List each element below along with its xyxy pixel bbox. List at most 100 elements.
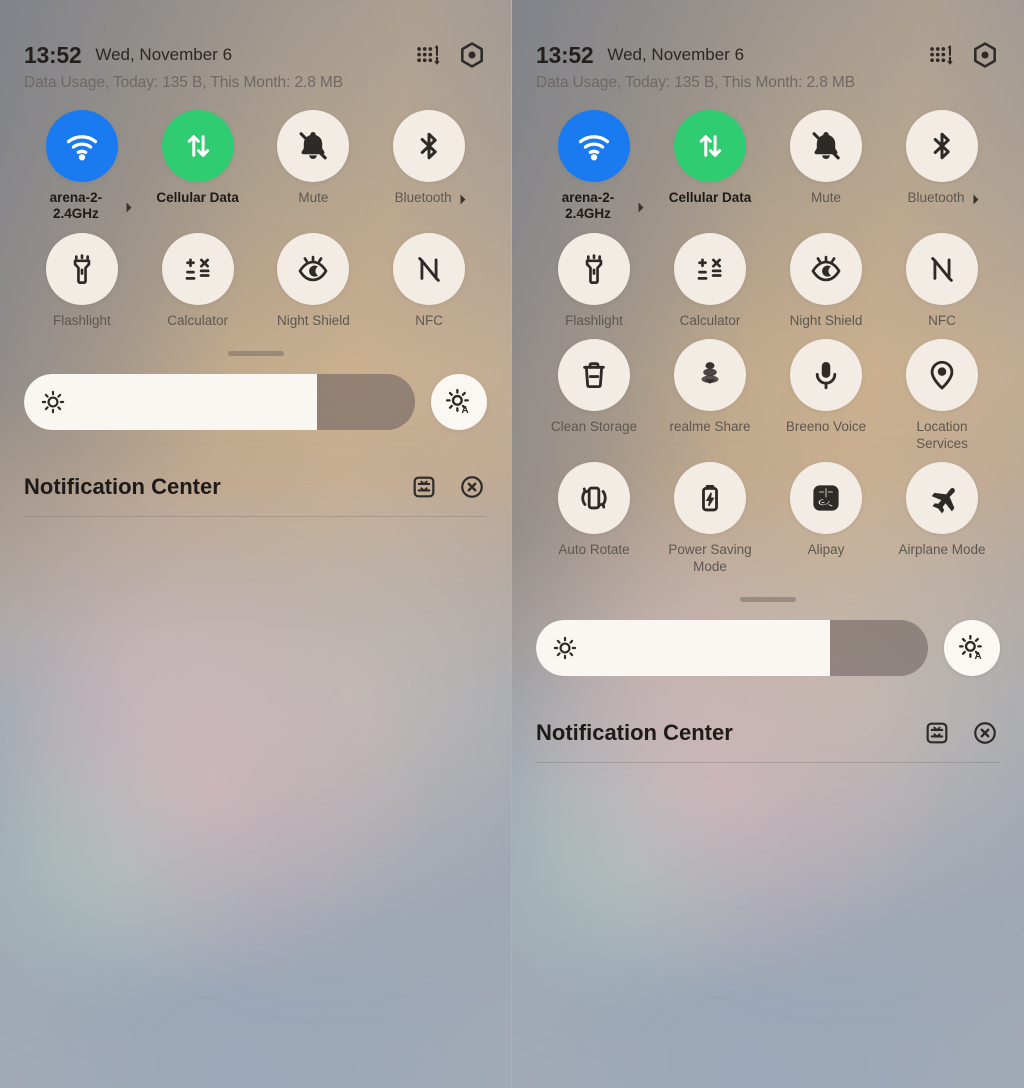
quick-toggle-location-services[interactable]: Location Services (884, 339, 1000, 452)
quick-toggle-breeno-voice[interactable]: Breeno Voice (768, 339, 884, 452)
quick-toggle-nfc[interactable]: NFC (884, 232, 1000, 329)
quick-toggle-label-text: Airplane Mode (898, 542, 986, 558)
calculator-icon[interactable] (674, 232, 746, 305)
quick-toggle-label: Calculator (167, 313, 228, 329)
quick-toggle-label: Calculator (680, 313, 741, 329)
sim-data-usage-icon[interactable] (413, 40, 443, 70)
notification-center-divider (536, 762, 1000, 764)
quick-toggle-label-text: Power Saving Mode (668, 542, 752, 574)
quick-toggle-label: Flashlight (565, 313, 623, 329)
quick-toggle-realme-share[interactable]: realme Share (652, 339, 768, 452)
alipay-icon[interactable] (790, 462, 862, 535)
quick-toggle-label-text: Location Services (916, 419, 968, 451)
brightness-slider[interactable] (536, 620, 928, 677)
quick-toggle-bluetooth[interactable]: Bluetooth (884, 110, 1000, 223)
notification-center-header: Notification Center (24, 472, 487, 502)
realme-share-icon[interactable] (674, 339, 746, 412)
quick-toggle-label-text: NFC (928, 312, 956, 328)
airplane-icon[interactable] (906, 462, 978, 535)
quick-toggle-label-text: Flashlight (565, 312, 623, 328)
clear-all-icon[interactable] (970, 718, 1000, 748)
bell-muted-icon[interactable] (790, 110, 862, 182)
location-pin-icon[interactable] (906, 339, 978, 412)
quick-toggle-calculator[interactable]: Calculator (140, 232, 256, 329)
clear-all-icon[interactable] (457, 472, 487, 502)
quick-toggle-nfc[interactable]: NFC (371, 232, 487, 329)
quick-toggle-mute[interactable]: Mute (768, 110, 884, 223)
shade-drag-handle-wrap (24, 351, 487, 357)
quick-toggle-wifi[interactable]: arena-2-2.4GHz (536, 110, 652, 223)
nfc-icon[interactable] (393, 232, 466, 305)
quick-toggle-label-text: Cellular Data (668, 190, 752, 205)
bluetooth-icon[interactable] (393, 110, 466, 182)
quick-toggle-auto-rotate[interactable]: Auto Rotate (536, 462, 652, 575)
shade-drag-handle-wrap (536, 597, 1000, 603)
flashlight-icon[interactable] (558, 232, 630, 305)
quick-toggle-label: arena-2-2.4GHz (546, 190, 644, 223)
control-center-panel-left: 13:52 Wed, November 6 Data Usage, Today:… (0, 0, 512, 1088)
status-clock: 13:52 (536, 41, 594, 68)
manage-notifications-icon[interactable] (922, 718, 952, 748)
shade-drag-handle[interactable] (740, 597, 796, 603)
quick-toggle-label-text: Mute (810, 190, 841, 205)
auto-rotate-icon[interactable] (558, 462, 630, 535)
bell-muted-icon[interactable] (277, 110, 350, 182)
quick-toggle-label: NFC (928, 313, 956, 329)
auto-brightness-button[interactable]: A (944, 620, 1000, 677)
sim-data-usage-icon[interactable] (926, 40, 956, 70)
cellular-data-icon[interactable] (161, 110, 234, 182)
quick-toggle-airplane-mode[interactable]: Airplane Mode (884, 462, 1000, 575)
quick-toggle-label-text: Alipay (807, 542, 845, 558)
expand-arrow-icon[interactable] (121, 202, 132, 213)
quick-toggle-mute[interactable]: Mute (256, 110, 372, 223)
quick-toggle-bluetooth[interactable]: Bluetooth (371, 110, 487, 223)
expand-arrow-icon[interactable] (633, 202, 644, 213)
bluetooth-icon[interactable] (906, 110, 978, 182)
notification-center-divider (24, 516, 487, 518)
battery-bolt-icon[interactable] (674, 462, 746, 535)
quick-toggle-cellular-data[interactable]: Cellular Data (652, 110, 768, 223)
settings-gear-icon[interactable] (970, 40, 1000, 70)
quick-toggle-wifi[interactable]: arena-2-2.4GHz (24, 110, 140, 223)
quick-toggle-flashlight[interactable]: Flashlight (536, 232, 652, 329)
status-date: Wed, November 6 (95, 45, 233, 64)
quick-toggle-cellular-data[interactable]: Cellular Data (140, 110, 256, 223)
eye-moon-icon[interactable] (790, 232, 862, 305)
quick-toggle-alipay[interactable]: Alipay (768, 462, 884, 575)
quick-toggle-night-shield[interactable]: Night Shield (256, 232, 372, 329)
brightness-sun-icon (40, 389, 66, 415)
quick-toggle-clean-storage[interactable]: Clean Storage (536, 339, 652, 452)
data-usage-text: Data Usage, Today: 135 B, This Month: 2.… (24, 74, 343, 91)
microphone-icon[interactable] (790, 339, 862, 412)
expand-arrow-icon[interactable] (968, 194, 978, 205)
settings-gear-icon[interactable] (457, 40, 487, 70)
quick-toggle-power-saving-mode[interactable]: Power Saving Mode (652, 462, 768, 575)
manage-notifications-icon[interactable] (409, 472, 439, 502)
wifi-icon[interactable] (558, 110, 630, 182)
nfc-icon[interactable] (906, 232, 978, 305)
trash-minus-icon[interactable] (558, 339, 630, 412)
brightness-slider[interactable] (24, 374, 415, 431)
wifi-icon[interactable] (45, 110, 118, 182)
shade-drag-handle[interactable] (227, 351, 284, 357)
quick-toggle-label: Auto Rotate (558, 542, 629, 558)
flashlight-icon[interactable] (45, 232, 118, 305)
quick-toggle-night-shield[interactable]: Night Shield (768, 232, 884, 329)
quick-toggle-label-text: NFC (415, 312, 443, 328)
calculator-icon[interactable] (161, 232, 234, 305)
quick-toggle-calculator[interactable]: Calculator (652, 232, 768, 329)
expand-arrow-icon[interactable] (455, 194, 466, 205)
notification-center-header: Notification Center (536, 718, 1000, 748)
shade-footer: A Notification Center (24, 351, 487, 518)
quick-toggle-flashlight[interactable]: Flashlight (24, 232, 140, 329)
brightness-slider-fill (536, 620, 830, 677)
quick-toggle-grid: arena-2-2.4GHz Cellular Data Mute Blueto… (536, 110, 1000, 575)
quick-settings-shade: 13:52 Wed, November 6 Data Usage, Today:… (0, 0, 511, 1088)
auto-brightness-button[interactable]: A (431, 374, 487, 431)
notification-center: Notification Center (536, 718, 1000, 764)
quick-toggle-label: Mute (298, 190, 328, 206)
quick-toggle-label-text: Auto Rotate (558, 542, 630, 558)
eye-moon-icon[interactable] (277, 232, 350, 305)
cellular-data-icon[interactable] (674, 110, 746, 182)
quick-toggle-label: Power Saving Mode (662, 542, 758, 575)
